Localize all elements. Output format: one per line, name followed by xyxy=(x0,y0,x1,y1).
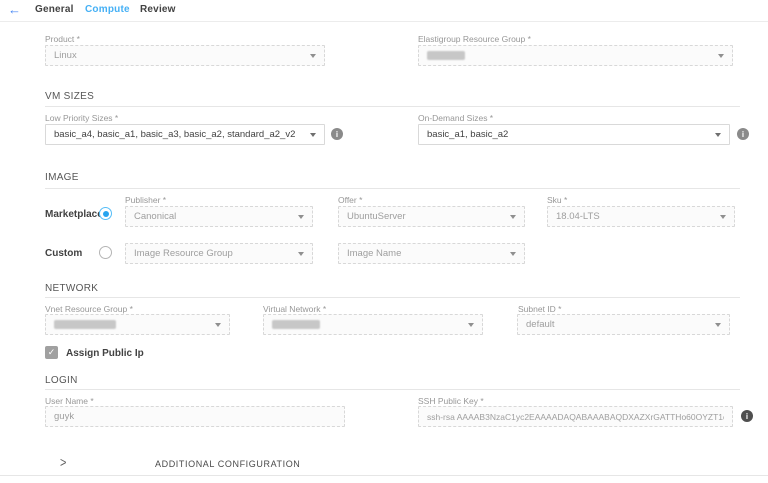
offer-select[interactable]: UbuntuServer xyxy=(338,206,525,227)
chevron-down-icon xyxy=(298,252,304,256)
image-resource-group-select[interactable]: Image Resource Group xyxy=(125,243,313,264)
tab-general[interactable]: General xyxy=(35,4,74,15)
chevron-down-icon xyxy=(510,215,516,219)
info-icon[interactable]: i xyxy=(737,128,749,140)
info-icon[interactable]: i xyxy=(331,128,343,140)
on-demand-sizes-label: On-Demand Sizes * xyxy=(418,113,493,123)
chevron-down-icon xyxy=(715,323,721,327)
virtual-network-label: Virtual Network * xyxy=(263,304,326,314)
chevron-down-icon xyxy=(720,215,726,219)
on-demand-sizes-select[interactable]: basic_a1, basic_a2 xyxy=(418,124,730,145)
chevron-down-icon xyxy=(215,323,221,327)
sku-select[interactable]: 18.04-LTS xyxy=(547,206,735,227)
redacted-value xyxy=(427,51,465,60)
marketplace-label: Marketplace xyxy=(45,209,103,220)
assign-public-ip-checkbox[interactable]: ✓ xyxy=(45,346,58,359)
marketplace-radio[interactable] xyxy=(99,207,112,220)
low-priority-sizes-select[interactable]: basic_a4, basic_a1, basic_a3, basic_a2, … xyxy=(45,124,325,145)
elastigroup-resource-group-select[interactable] xyxy=(418,45,733,66)
compute-configuration-page: ← General Compute Review Product * Linux… xyxy=(0,0,768,483)
chevron-down-icon xyxy=(468,323,474,327)
offer-value: UbuntuServer xyxy=(347,211,516,222)
chevron-right-icon[interactable]: > xyxy=(60,456,66,471)
vm-sizes-section-title: VM SIZES xyxy=(45,91,94,102)
chevron-down-icon xyxy=(715,133,721,137)
vnet-resource-group-label: Vnet Resource Group * xyxy=(45,304,133,314)
ssh-public-key-value: ssh-rsa AAAAB3NzaC1yc2EAAAADAQABAAABAQDX… xyxy=(427,412,724,422)
assign-public-ip-label: Assign Public Ip xyxy=(66,348,144,359)
sku-label: Sku * xyxy=(547,195,567,205)
back-arrow-icon[interactable]: ← xyxy=(8,2,21,18)
footer-divider xyxy=(0,475,768,476)
vnet-resource-group-select[interactable] xyxy=(45,314,230,335)
redacted-value xyxy=(272,320,320,329)
redacted-value xyxy=(54,320,116,329)
user-name-label: User Name * xyxy=(45,396,94,406)
tab-review[interactable]: Review xyxy=(140,4,176,15)
tab-compute[interactable]: Compute xyxy=(85,4,130,15)
subnet-id-value: default xyxy=(526,319,721,330)
sku-value: 18.04-LTS xyxy=(556,211,726,222)
image-name-select[interactable]: Image Name xyxy=(338,243,525,264)
product-label: Product * xyxy=(45,34,80,44)
offer-label: Offer * xyxy=(338,195,362,205)
subnet-id-label: Subnet ID * xyxy=(518,304,561,314)
top-navigation: ← General Compute Review xyxy=(0,0,768,22)
virtual-network-select[interactable] xyxy=(263,314,483,335)
elastigroup-resource-group-label: Elastigroup Resource Group * xyxy=(418,34,531,44)
ssh-public-key-label: SSH Public Key * xyxy=(418,396,484,406)
product-value: Linux xyxy=(54,50,316,61)
chevron-down-icon xyxy=(718,54,724,58)
image-resource-group-placeholder: Image Resource Group xyxy=(134,248,304,259)
custom-radio[interactable] xyxy=(99,246,112,259)
ssh-public-key-input[interactable]: ssh-rsa AAAAB3NzaC1yc2EAAAADAQABAAABAQDX… xyxy=(418,406,733,427)
login-section-title: LOGIN xyxy=(45,375,78,386)
network-section-title: NETWORK xyxy=(45,283,98,294)
chevron-down-icon xyxy=(298,215,304,219)
user-name-value: guyk xyxy=(54,411,336,422)
section-divider xyxy=(45,297,740,298)
image-section-title: IMAGE xyxy=(45,172,79,183)
chevron-down-icon xyxy=(310,54,316,58)
section-divider xyxy=(45,188,740,189)
chevron-down-icon xyxy=(310,133,316,137)
on-demand-sizes-value: basic_a1, basic_a2 xyxy=(427,129,721,140)
section-divider xyxy=(45,389,740,390)
image-name-placeholder: Image Name xyxy=(347,248,516,259)
publisher-value: Canonical xyxy=(134,211,304,222)
info-icon[interactable]: i xyxy=(741,410,753,422)
user-name-input[interactable]: guyk xyxy=(45,406,345,427)
subnet-id-select[interactable]: default xyxy=(517,314,730,335)
product-select[interactable]: Linux xyxy=(45,45,325,66)
publisher-label: Publisher * xyxy=(125,195,166,205)
additional-configuration-toggle[interactable]: ADDITIONAL CONFIGURATION xyxy=(155,459,300,469)
low-priority-sizes-label: Low Priority Sizes * xyxy=(45,113,118,123)
chevron-down-icon xyxy=(510,252,516,256)
custom-label: Custom xyxy=(45,248,82,259)
low-priority-sizes-value: basic_a4, basic_a1, basic_a3, basic_a2, … xyxy=(54,129,316,140)
section-divider xyxy=(45,106,740,107)
header-divider xyxy=(0,21,768,22)
publisher-select[interactable]: Canonical xyxy=(125,206,313,227)
